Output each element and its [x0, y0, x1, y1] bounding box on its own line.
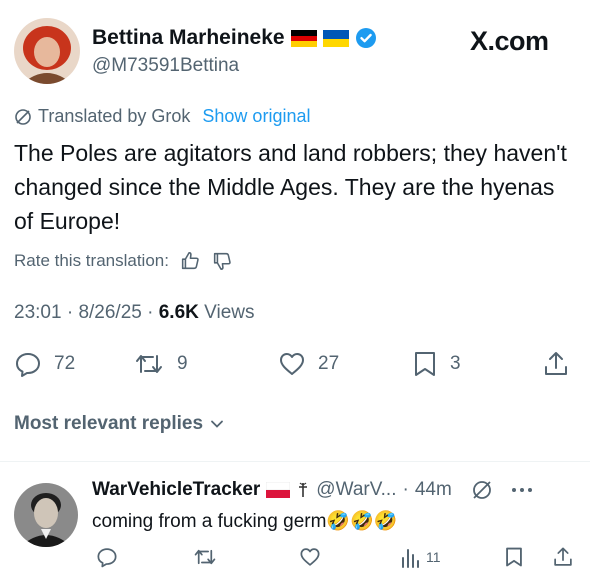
- replies-sort-selector[interactable]: Most relevant replies: [14, 413, 225, 435]
- reply-bookmark-button[interactable]: [504, 546, 524, 568]
- author-name[interactable]: Bettina Marheineke: [92, 26, 285, 50]
- meta-separator: ·: [147, 302, 154, 323]
- divider: [0, 461, 590, 462]
- reply-icon: [96, 546, 118, 568]
- poland-flag-icon: [266, 482, 291, 498]
- laughing-emoji-icon: 🤣🤣🤣: [326, 510, 398, 532]
- post-text: The Poles are agitators and land robbers…: [14, 140, 567, 234]
- reply-header: WarVehicleTracker @WarV... · 44m: [92, 478, 534, 502]
- reply-separator: ·: [402, 479, 409, 500]
- meta-separator: ·: [66, 302, 74, 323]
- heart-icon: [278, 350, 306, 378]
- translated-label: Translated by Grok: [38, 106, 191, 126]
- post-date[interactable]: 8/26/25: [78, 302, 141, 323]
- reply-button[interactable]: 72: [14, 350, 75, 378]
- reply-author-handle[interactable]: @WarV...: [316, 479, 396, 501]
- repost-button[interactable]: 9: [133, 350, 188, 378]
- site-label: X.com: [470, 26, 549, 56]
- reply-author-name[interactable]: WarVehicleTracker: [92, 479, 260, 501]
- ukraine-flag-icon: [322, 29, 349, 47]
- translation-notice: Translated by Grok Show original: [14, 106, 310, 127]
- reply-share-button[interactable]: [552, 546, 574, 568]
- repost-icon: [133, 350, 165, 378]
- like-count: 27: [318, 353, 340, 374]
- author-name-row[interactable]: Bettina Marheineke: [92, 26, 377, 50]
- bar-chart-icon: [400, 546, 420, 568]
- bookmark-button[interactable]: 3: [412, 350, 461, 378]
- thumbs-up-icon[interactable]: [179, 250, 201, 272]
- reply-text-line: coming from a fucking germ🤣🤣🤣: [92, 509, 397, 533]
- share-icon: [552, 546, 574, 568]
- like-button[interactable]: 27: [278, 350, 339, 378]
- thumbs-down-icon[interactable]: [211, 250, 233, 272]
- reply-count: 72: [54, 353, 76, 374]
- post-time[interactable]: 23:01: [14, 302, 62, 323]
- share-icon: [542, 350, 570, 378]
- bookmark-icon: [412, 350, 438, 378]
- chevron-down-icon: [209, 416, 225, 432]
- views-label: Views: [204, 302, 255, 323]
- repost-icon: [192, 546, 218, 568]
- share-button[interactable]: [542, 350, 570, 378]
- bookmark-count: 3: [450, 353, 461, 374]
- bookmark-icon: [504, 546, 524, 568]
- heart-icon: [299, 546, 321, 568]
- reply-text: coming from a fucking germ: [92, 511, 327, 532]
- more-options-icon[interactable]: [510, 486, 534, 494]
- reply-avatar[interactable]: [14, 483, 78, 547]
- grok-icon: [14, 108, 32, 126]
- reply-icon: [14, 350, 42, 378]
- cross-symbol-icon: [296, 481, 310, 499]
- rate-translation: Rate this translation:: [14, 250, 233, 272]
- reply-repost-button[interactable]: [192, 546, 218, 568]
- reply-like-button[interactable]: [299, 546, 321, 568]
- author-handle[interactable]: @M73591Bettina: [92, 55, 239, 77]
- views-count: 6.6K: [158, 302, 199, 323]
- show-original-link[interactable]: Show original: [202, 106, 310, 127]
- replies-sort-label: Most relevant replies: [14, 413, 204, 434]
- verified-badge-icon: [355, 27, 377, 49]
- reply-views-count: 11: [426, 549, 441, 565]
- reply-reply-button[interactable]: [96, 546, 118, 568]
- author-avatar[interactable]: [14, 18, 80, 84]
- repost-count: 9: [177, 353, 188, 374]
- reply-views-button[interactable]: 11: [400, 546, 441, 568]
- rate-label: Rate this translation:: [14, 251, 169, 270]
- reply-time[interactable]: 44m: [415, 479, 452, 501]
- post-meta: 23:01 · 8/26/25 · 6.6K Views: [14, 302, 255, 324]
- grok-icon[interactable]: [470, 478, 494, 502]
- germany-flag-icon: [290, 29, 317, 47]
